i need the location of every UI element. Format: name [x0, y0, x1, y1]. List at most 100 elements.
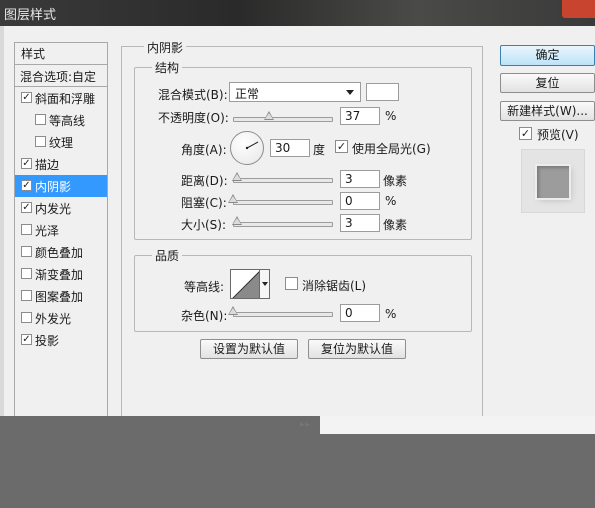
opacity-slider-thumb[interactable]: [264, 111, 275, 121]
resize-grip-icon[interactable]: ▸▸: [300, 420, 311, 430]
ok-button[interactable]: 确定: [500, 45, 595, 66]
style-item-label: 内阴影: [35, 180, 72, 194]
style-item[interactable]: ✓ 内阴影: [15, 175, 107, 197]
style-checkbox[interactable]: ✓: [21, 202, 32, 213]
antialias-label: 消除锯齿(L): [302, 279, 367, 293]
angle-needle-icon: [245, 141, 259, 150]
style-checkbox[interactable]: [21, 246, 32, 257]
style-item-label: 投影: [35, 334, 60, 348]
style-item[interactable]: ✓ 投影: [15, 329, 107, 351]
style-checkbox[interactable]: ✓: [21, 158, 32, 169]
contour-dropdown-button[interactable]: [260, 269, 270, 299]
preview-check-icon: ✓: [520, 127, 531, 140]
style-item-label: 内发光: [35, 202, 72, 216]
style-item[interactable]: ✓ 描边: [15, 153, 107, 175]
angle-unit: 度: [313, 143, 326, 157]
style-item[interactable]: 等高线: [15, 109, 107, 131]
global-light-label: 使用全局光(G): [352, 142, 431, 156]
distance-label: 距离(D):: [181, 174, 228, 188]
style-checkbox[interactable]: ✓: [21, 334, 32, 345]
style-checkbox[interactable]: [21, 290, 32, 301]
styles-list: 样式 混合选项:自定 ✓ 斜面和浮雕 等高线 纹理 ✓ 描边 ✓ 内阴影 ✓ 内发光 光泽 颜色叠加渐…: [14, 42, 108, 432]
blend-options-label: 混合选项:自定: [20, 70, 97, 84]
noise-slider-thumb[interactable]: [228, 306, 239, 316]
style-checkbox[interactable]: [21, 268, 32, 279]
choke-label: 阻塞(C):: [181, 196, 227, 210]
choke-slider-thumb[interactable]: [228, 194, 239, 204]
set-default-button[interactable]: 设置为默认值: [200, 339, 298, 359]
structure-title: 结构: [152, 59, 183, 76]
reset-button[interactable]: 复位: [500, 73, 595, 93]
blend-mode-label: 混合模式(B):: [158, 88, 228, 102]
blend-options-item[interactable]: 混合选项:自定: [15, 65, 107, 87]
style-item-label: 斜面和浮雕: [35, 92, 96, 106]
blend-mode-select[interactable]: 正常: [229, 82, 361, 102]
opacity-input[interactable]: 37: [340, 107, 380, 125]
choke-unit: %: [385, 194, 397, 208]
global-light-checkbox[interactable]: ✓: [335, 140, 348, 153]
style-item[interactable]: 光泽: [15, 219, 107, 241]
style-item-label: 纹理: [49, 136, 74, 150]
dialog-left-edge: [0, 26, 4, 434]
choke-value: 0: [345, 194, 353, 208]
antialias-checkbox[interactable]: [285, 277, 298, 290]
style-item[interactable]: 颜色叠加: [15, 241, 107, 263]
style-item-label: 描边: [35, 158, 60, 172]
style-checkbox[interactable]: [35, 136, 46, 147]
reset-default-button[interactable]: 复位为默认值: [308, 339, 406, 359]
distance-slider-track[interactable]: [233, 178, 333, 183]
style-checkbox[interactable]: [35, 114, 46, 125]
size-input[interactable]: 3: [340, 214, 380, 232]
angle-input[interactable]: 30: [270, 139, 310, 157]
style-checkbox[interactable]: ✓: [21, 92, 32, 103]
choke-slider-track[interactable]: [233, 200, 333, 205]
title-bar: 图层样式: [0, 0, 595, 26]
contour-label: 等高线:: [184, 280, 225, 294]
shadow-color-swatch[interactable]: [366, 83, 399, 101]
size-slider-thumb[interactable]: [232, 216, 243, 226]
preview-label: 预览(V): [537, 128, 579, 142]
opacity-unit: %: [385, 109, 397, 123]
style-checkbox[interactable]: [21, 312, 32, 323]
distance-unit: 像素: [383, 174, 408, 188]
preview-checkbox[interactable]: ✓: [519, 127, 532, 140]
new-style-button[interactable]: 新建样式(W)...: [500, 101, 595, 121]
choke-input[interactable]: 0: [340, 192, 380, 210]
opacity-value: 37: [345, 109, 361, 123]
distance-value: 3: [345, 172, 353, 186]
close-button[interactable]: [562, 0, 595, 18]
style-item[interactable]: ✓ 斜面和浮雕: [15, 87, 107, 109]
size-slider-track[interactable]: [233, 222, 333, 227]
linear-contour-icon: [232, 271, 259, 298]
dialog-bottom-edge: [320, 416, 595, 434]
angle-label: 角度(A):: [181, 143, 227, 157]
style-preview-swatch: [537, 166, 569, 198]
style-item-label: 图案叠加: [35, 290, 84, 304]
blend-mode-value: 正常: [235, 87, 260, 101]
style-item[interactable]: 纹理: [15, 131, 107, 153]
style-item[interactable]: 图案叠加: [15, 285, 107, 307]
style-item-label: 外发光: [35, 312, 72, 326]
noise-input[interactable]: 0: [340, 304, 380, 322]
opacity-slider-track[interactable]: [233, 117, 333, 122]
noise-slider-track[interactable]: [233, 312, 333, 317]
style-item[interactable]: 外发光: [15, 307, 107, 329]
style-checkbox[interactable]: [21, 224, 32, 235]
style-item-label: 光泽: [35, 224, 60, 238]
style-checkbox[interactable]: ✓: [21, 180, 32, 191]
styles-header[interactable]: 样式: [15, 43, 107, 65]
global-light-check-icon: ✓: [336, 140, 347, 153]
style-items: ✓ 斜面和浮雕 等高线 纹理 ✓ 描边 ✓ 内阴影 ✓ 内发光 光泽 颜色叠加 渐变叠加 图案叠加 外发光 ✓…: [15, 87, 107, 351]
size-unit: 像素: [383, 218, 408, 232]
distance-input[interactable]: 3: [340, 170, 380, 188]
style-item[interactable]: ✓ 内发光: [15, 197, 107, 219]
style-item[interactable]: 渐变叠加: [15, 263, 107, 285]
chevron-down-icon: [346, 90, 354, 95]
distance-slider-thumb[interactable]: [232, 172, 243, 182]
angle-dial[interactable]: [230, 131, 264, 165]
window-title: 图层样式: [4, 8, 57, 23]
style-item-label: 渐变叠加: [35, 268, 84, 282]
quality-title: 品质: [152, 247, 183, 264]
contour-preview[interactable]: [230, 269, 260, 299]
style-item-label: 等高线: [49, 114, 86, 128]
